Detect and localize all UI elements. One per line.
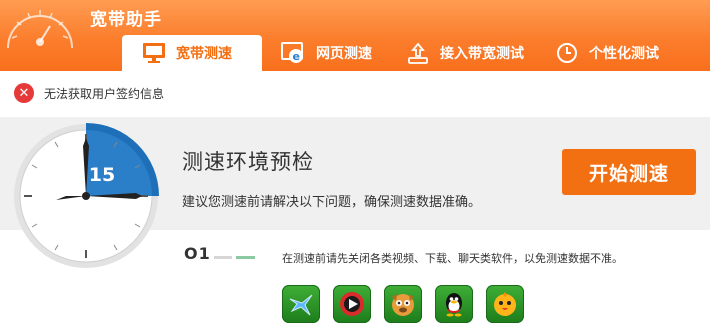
video-player-icon (333, 285, 371, 323)
step-progress-segment (214, 256, 232, 259)
user-info-notice: ✕ 无法获取用户签约信息 (14, 82, 164, 104)
upload-icon (404, 39, 432, 67)
error-x-icon: ✕ (14, 83, 34, 103)
app-title: 宽带助手 (90, 10, 162, 30)
clock-icon (553, 39, 581, 67)
countdown-clock-icon: 15 (14, 123, 159, 268)
xunlei-bird-icon (282, 285, 320, 323)
step-number: O1 (184, 244, 211, 263)
tab-access-bandwidth-test[interactable]: 接入带宽测试 (404, 35, 554, 71)
dog-mascot-icon (384, 285, 422, 323)
notice-text: 无法获取用户签约信息 (44, 86, 165, 101)
qq-penguin-icon (435, 285, 473, 323)
panel-title: 测速环境预检 (182, 150, 314, 174)
timer-value: 15 (89, 164, 115, 186)
step-progress-segment (236, 256, 255, 259)
tab-label: 宽带测速 (176, 46, 232, 62)
svg-text:e: e (293, 50, 300, 63)
tab-label: 个性化测试 (589, 46, 659, 62)
tab-label: 接入带宽测试 (440, 46, 524, 62)
tab-broadband-speed-test[interactable]: 宽带测速 (122, 35, 262, 71)
app-header: 宽带助手 宽带测速 e 网页测速 接入带宽测试 个性化测试 (0, 0, 710, 71)
ie-browser-icon: e (280, 39, 308, 67)
monitor-icon (140, 39, 168, 67)
start-speed-test-button[interactable]: 开始测速 (562, 149, 696, 195)
tab-personalized-test[interactable]: 个性化测试 (553, 35, 683, 71)
tab-bar: 宽带测速 e 网页测速 接入带宽测试 个性化测试 (0, 35, 710, 71)
tab-web-speed-test[interactable]: e 网页测速 (280, 35, 390, 71)
step-instruction: 在测速前请先关闭各类视频、下载、聊天类软件，以免测速数据不准。 (282, 252, 623, 265)
panel-description: 建议您测速前请解决以下问题，确保测速数据准确。 (182, 195, 482, 210)
chick-mascot-icon (486, 285, 524, 323)
tab-label: 网页测速 (316, 46, 372, 62)
